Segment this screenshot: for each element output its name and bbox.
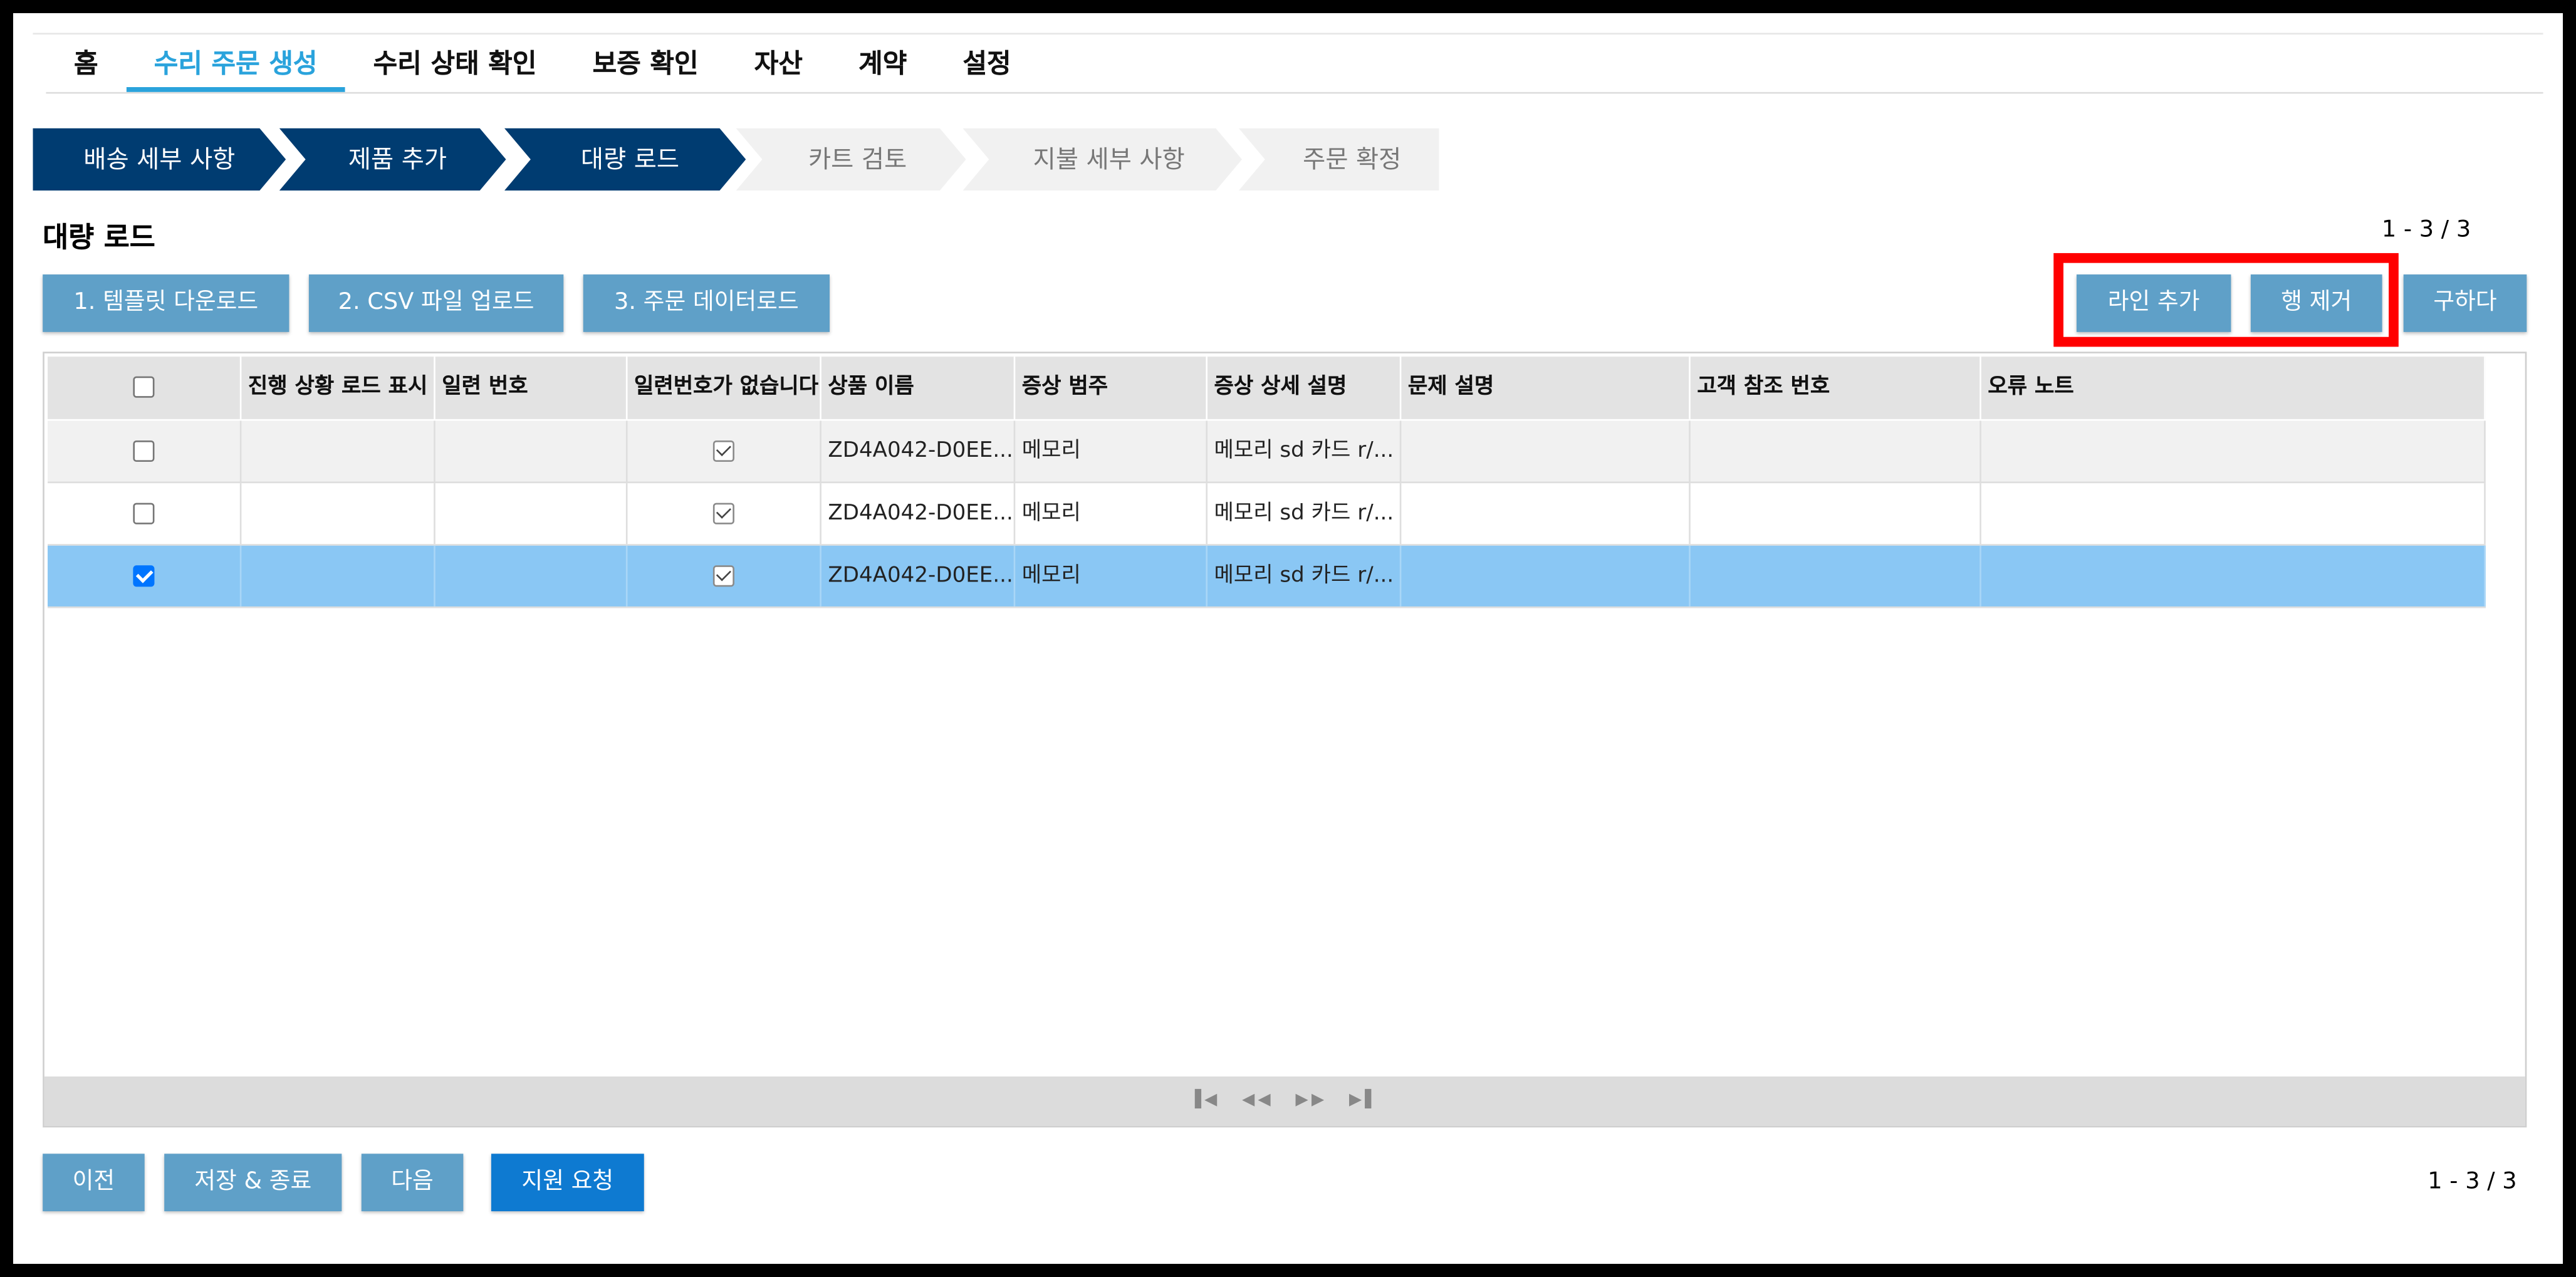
cell-customer-ref[interactable] [1691,420,1981,482]
row-checkbox[interactable] [133,440,155,462]
bulk-load-grid: 진행 상황 로드 표시 일련 번호 일련번호가 없습니다 상품 이름 증상 범주… [43,352,2527,1128]
next-button[interactable]: 다음 [361,1154,464,1212]
cell-error-note [1981,483,2486,545]
cell-customer-ref[interactable] [1691,545,1981,607]
last-page-icon[interactable]: ▶▌ [1349,1092,1381,1110]
header-customer-ref[interactable]: 고객 참조 번호 [1691,357,1981,419]
save-button[interactable]: 구하다 [2403,274,2527,332]
cell-problem[interactable] [1401,420,1691,482]
cell-customer-ref[interactable] [1691,483,1981,545]
row-select[interactable] [48,483,242,545]
cell-serial[interactable] [435,483,628,545]
prev-page-icon[interactable]: ◀◀ [1242,1092,1274,1110]
step-add-products[interactable]: 제품 추가 [279,128,506,191]
cell-symptom-category[interactable]: 메모리 [1015,545,1208,607]
nav-create-repair-order[interactable]: 수리 주문 생성 [126,39,346,92]
cell-symptom-category[interactable]: 메모리 [1015,483,1208,545]
header-select-all[interactable] [48,357,242,419]
cell-error-note [1981,545,2486,607]
cell-symptom-detail[interactable]: 메모리 sd 카드 r/... [1207,420,1402,482]
step-payment-details[interactable]: 지불 세부 사항 [962,128,1242,191]
no-serial-checkbox[interactable] [712,440,734,462]
cell-serial[interactable] [435,545,628,607]
header-progress[interactable]: 진행 상황 로드 표시 [241,357,435,419]
cell-progress [241,545,435,607]
download-template-button[interactable]: 1. 템플릿 다운로드 [43,274,289,332]
cell-problem[interactable] [1401,483,1691,545]
nav-assets[interactable]: 자산 [726,39,830,92]
row-select[interactable] [48,420,242,482]
row-checkbox-checked[interactable] [133,565,155,587]
grid-pager: ▐◀ ◀◀ ▶▶ ▶▌ [44,1076,2525,1126]
header-serial[interactable]: 일련 번호 [435,357,628,419]
add-line-button[interactable]: 라인 추가 [2076,274,2231,332]
cell-product-name[interactable]: ZD4A042-D0EE... [821,483,1016,545]
table-row-selected[interactable]: ZD4A042-D0EE... 메모리 메모리 sd 카드 r/... [48,545,2486,608]
divider [33,33,2543,35]
nav-repair-status[interactable]: 수리 상태 확인 [345,39,565,92]
step-bulk-load[interactable]: 대량 로드 [504,128,746,191]
record-count: 1 - 3 / 3 [2381,217,2471,244]
nav-home[interactable]: 홈 [46,39,126,92]
cell-no-serial[interactable] [628,483,821,545]
next-page-icon[interactable]: ▶▶ [1296,1092,1328,1110]
header-problem[interactable]: 문제 설명 [1401,357,1691,419]
top-nav: 홈 수리 주문 생성 수리 상태 확인 보증 확인 자산 계약 설정 [46,39,1039,92]
grid-header: 진행 상황 로드 표시 일련 번호 일련번호가 없습니다 상품 이름 증상 범주… [48,357,2486,419]
upload-csv-button[interactable]: 2. CSV 파일 업로드 [308,274,564,332]
load-order-data-button[interactable]: 3. 주문 데이터로드 [583,274,830,332]
step-shipping-details[interactable]: 배송 세부 사항 [33,128,286,191]
cell-problem[interactable] [1401,545,1691,607]
page: 홈 수리 주문 생성 수리 상태 확인 보증 확인 자산 계약 설정 배송 세부… [13,13,2563,1264]
record-count-bottom: 1 - 3 / 3 [2427,1168,2517,1195]
select-all-checkbox[interactable] [133,376,155,398]
cell-error-note [1981,420,2486,482]
header-product-name[interactable]: 상품 이름 [821,357,1016,419]
nav-divider [46,91,2543,94]
cell-product-name[interactable]: ZD4A042-D0EE... [821,420,1016,482]
header-symptom-category[interactable]: 증상 범주 [1015,357,1208,419]
nav-contracts[interactable]: 계약 [831,39,935,92]
nav-warranty-check[interactable]: 보증 확인 [565,39,726,92]
cell-progress [241,483,435,545]
nav-settings[interactable]: 설정 [935,39,1039,92]
first-page-icon[interactable]: ▐◀ [1189,1092,1221,1110]
cell-serial[interactable] [435,420,628,482]
cell-product-name[interactable]: ZD4A042-D0EE... [821,545,1016,607]
step-cart-review[interactable]: 카트 검토 [736,128,966,191]
table-row[interactable]: ZD4A042-D0EE... 메모리 메모리 sd 카드 r/... [48,420,2486,484]
section-title: 대량 로드 [43,222,155,255]
cell-symptom-detail[interactable]: 메모리 sd 카드 r/... [1207,483,1402,545]
no-serial-checkbox[interactable] [712,565,734,587]
prev-button[interactable]: 이전 [43,1154,145,1212]
remove-row-button[interactable]: 행 제거 [2250,274,2382,332]
row-checkbox[interactable] [133,503,155,524]
row-select[interactable] [48,545,242,607]
cell-symptom-category[interactable]: 메모리 [1015,420,1208,482]
header-no-serial[interactable]: 일련번호가 없습니다 [628,357,821,419]
cell-no-serial[interactable] [628,545,821,607]
cell-no-serial[interactable] [628,420,821,482]
header-error-note[interactable]: 오류 노트 [1981,357,2486,419]
no-serial-checkbox[interactable] [712,503,734,524]
table-row[interactable]: ZD4A042-D0EE... 메모리 메모리 sd 카드 r/... [48,483,2486,546]
step-order-confirm[interactable]: 주문 확정 [1238,128,1439,191]
cell-progress [241,420,435,482]
support-request-button[interactable]: 지원 요청 [491,1154,644,1212]
cell-symptom-detail[interactable]: 메모리 sd 카드 r/... [1207,545,1402,607]
save-exit-button[interactable]: 저장 & 종료 [164,1154,342,1212]
header-symptom-detail[interactable]: 증상 상세 설명 [1207,357,1402,419]
